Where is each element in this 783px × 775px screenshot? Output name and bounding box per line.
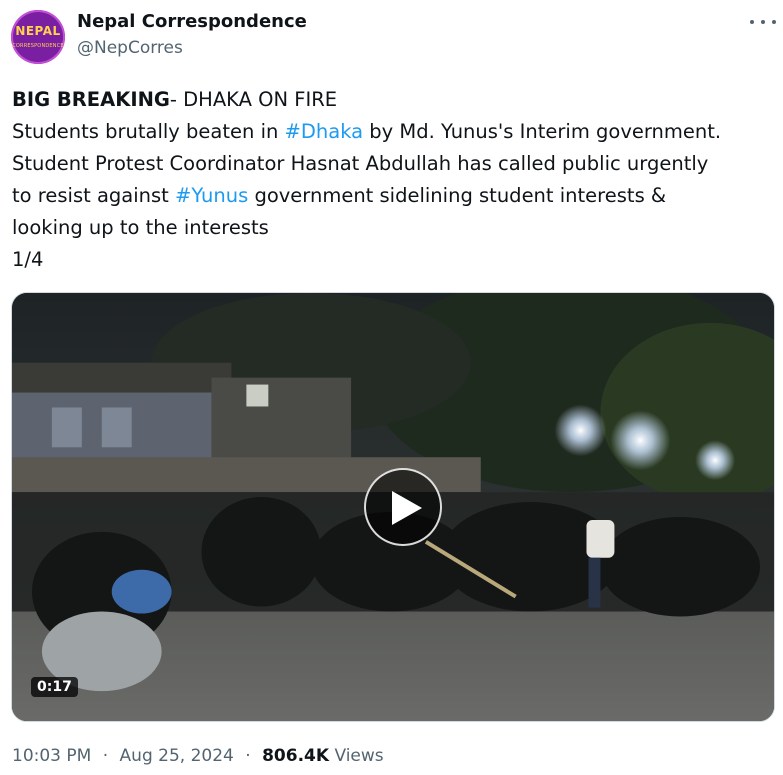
author-handle[interactable]: @NepCorres bbox=[77, 38, 183, 58]
tweet-text-segment: to resist against bbox=[12, 184, 175, 207]
headline: - DHAKA ON FIRE bbox=[169, 88, 338, 111]
tweet-text: BIG BREAKING- DHAKA ON FIRE Students bru… bbox=[12, 84, 777, 276]
separator: · bbox=[245, 746, 251, 766]
more-options-button[interactable] bbox=[748, 11, 778, 31]
tweet-line-2: Students brutally beaten in #Dhaka by Md… bbox=[12, 116, 777, 148]
tweet-line-1: BIG BREAKING- DHAKA ON FIRE bbox=[12, 84, 777, 116]
hashtag-yunus[interactable]: #Yunus bbox=[175, 184, 248, 207]
thread-counter: 1/4 bbox=[12, 248, 44, 271]
avatar[interactable]: NEPAL CORRESPONDENCE bbox=[11, 10, 65, 64]
tweet-line-3: Student Protest Coordinator Hasnat Abdul… bbox=[12, 152, 709, 175]
play-button[interactable] bbox=[364, 468, 442, 546]
video-duration: 0:17 bbox=[31, 677, 78, 697]
tweet-line-5: looking up to the interests bbox=[12, 216, 269, 239]
play-icon bbox=[392, 491, 422, 525]
breaking-label: BIG BREAKING bbox=[12, 88, 170, 111]
tweet-date[interactable]: Aug 25, 2024 bbox=[120, 746, 234, 766]
tweet-meta: 10:03 PM · Aug 25, 2024 · 806.4K Views bbox=[12, 746, 384, 766]
tweet-text-segment: government sidelining student interests … bbox=[248, 184, 667, 207]
tweet-line-4: to resist against #Yunus government side… bbox=[12, 180, 777, 212]
separator: · bbox=[102, 746, 109, 766]
tweet-time[interactable]: 10:03 PM bbox=[12, 746, 91, 766]
tweet-text-segment: Students brutally beaten in bbox=[12, 120, 285, 143]
tweet-text-segment: by Md. Yunus's Interim government. bbox=[363, 120, 722, 143]
avatar-text-bottom: CORRESPONDENCE bbox=[12, 43, 64, 49]
video-player[interactable]: 0:17 bbox=[11, 292, 775, 722]
avatar-text-top: NEPAL bbox=[15, 24, 61, 38]
views-label: Views bbox=[334, 746, 384, 766]
views-count: 806.4K bbox=[262, 746, 330, 766]
hashtag-dhaka[interactable]: #Dhaka bbox=[285, 120, 364, 143]
author-display-name[interactable]: Nepal Correspondence bbox=[77, 11, 307, 32]
